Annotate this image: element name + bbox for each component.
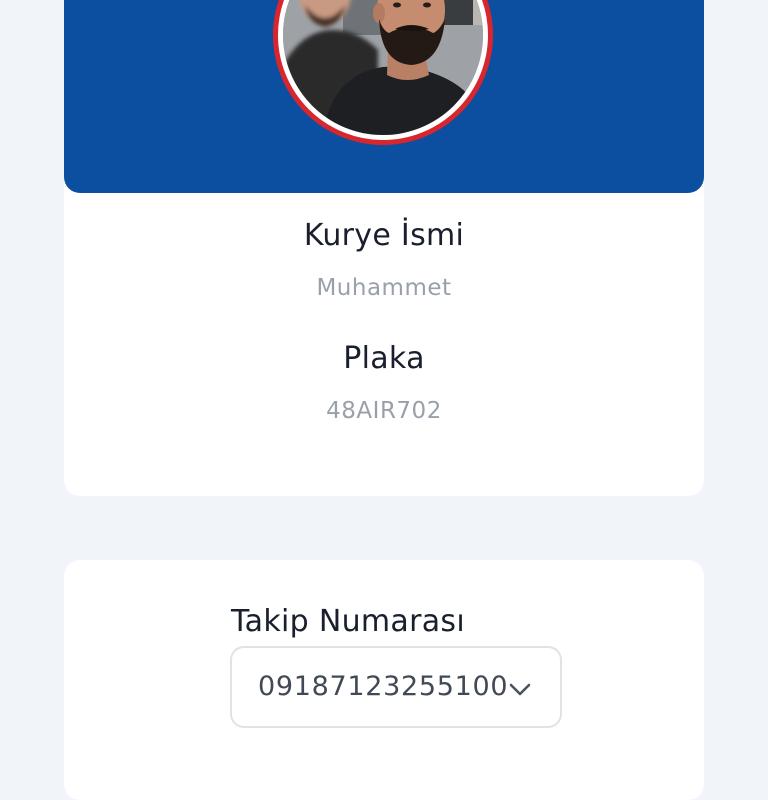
tracking-number-label: Takip Numarası [231, 604, 465, 639]
courier-name-value: Muhammet [316, 275, 452, 301]
courier-profile-card: Kurye İsmi Muhammet Plaka 48AIR702 [64, 0, 704, 496]
plate-value: 48AIR702 [326, 398, 442, 424]
courier-name-block: Kurye İsmi Muhammet [64, 218, 704, 301]
plate-label: Plaka [343, 341, 425, 376]
plate-block: Plaka 48AIR702 [64, 341, 704, 424]
tracking-number-value: 09187123255100 [258, 671, 509, 702]
tracking-number-select[interactable]: 09187123255100 [230, 646, 562, 728]
chevron-down-icon [509, 683, 531, 696]
tracking-card: Takip Numarası 09187123255100 [64, 560, 704, 800]
courier-name-label: Kurye İsmi [303, 218, 465, 253]
